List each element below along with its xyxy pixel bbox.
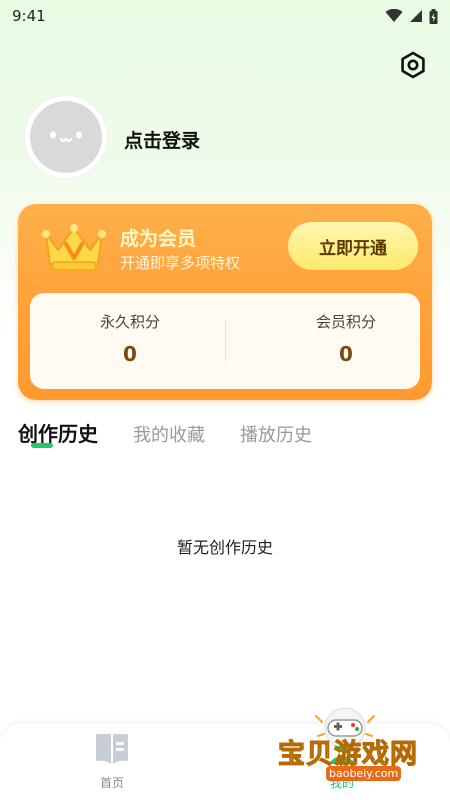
tab-play-history[interactable]: 播放历史 bbox=[240, 421, 312, 447]
watermark-logo: 宝贝游戏网 baobeiy.com bbox=[270, 706, 450, 800]
permanent-points-value: 0 bbox=[123, 342, 137, 366]
tab-creation-history[interactable]: 创作历史 bbox=[18, 418, 98, 447]
open-membership-button[interactable]: 立即开通 bbox=[288, 222, 418, 270]
status-bar: 9:41 bbox=[0, 0, 450, 32]
gear-icon bbox=[401, 51, 425, 79]
tab-my-favorites[interactable]: 我的收藏 bbox=[133, 421, 205, 447]
signal-icon bbox=[410, 10, 422, 22]
avatar[interactable] bbox=[24, 95, 108, 179]
member-points-label: 会员积分 bbox=[315, 313, 376, 331]
book-icon bbox=[96, 734, 128, 764]
vip-title: 成为会员 bbox=[120, 228, 197, 250]
avatar-face bbox=[30, 101, 102, 173]
battery-icon bbox=[429, 8, 438, 24]
empty-state-text: 暂无创作历史 bbox=[176, 538, 273, 557]
watermark-url: baobeiy.com bbox=[326, 766, 402, 781]
crown-icon bbox=[42, 224, 106, 271]
vip-card: 成为会员 开通即享多项特权 立即开通 永久积分 0 会员积分 0 bbox=[18, 204, 432, 400]
permanent-points[interactable]: 永久积分 0 bbox=[50, 311, 210, 366]
points-panel: 永久积分 0 会员积分 0 bbox=[30, 293, 420, 389]
nav-item-home[interactable]: 首页 bbox=[72, 732, 152, 791]
status-icons bbox=[385, 8, 438, 24]
vip-subtitle: 开通即享多项特权 bbox=[120, 254, 241, 272]
wifi-icon bbox=[385, 9, 403, 22]
permanent-points-label: 永久积分 bbox=[99, 313, 160, 331]
history-tabs: 创作历史 我的收藏 播放历史 bbox=[18, 418, 312, 447]
points-divider bbox=[225, 321, 226, 361]
settings-button[interactable] bbox=[396, 48, 430, 82]
member-points-value: 0 bbox=[339, 342, 353, 366]
nav-label-home: 首页 bbox=[99, 776, 124, 790]
active-tab-indicator bbox=[31, 443, 53, 448]
member-points[interactable]: 会员积分 0 bbox=[266, 311, 426, 366]
smiley-face-icon bbox=[50, 131, 82, 143]
status-time: 9:41 bbox=[12, 7, 46, 25]
login-link[interactable]: 点击登录 bbox=[124, 126, 200, 153]
